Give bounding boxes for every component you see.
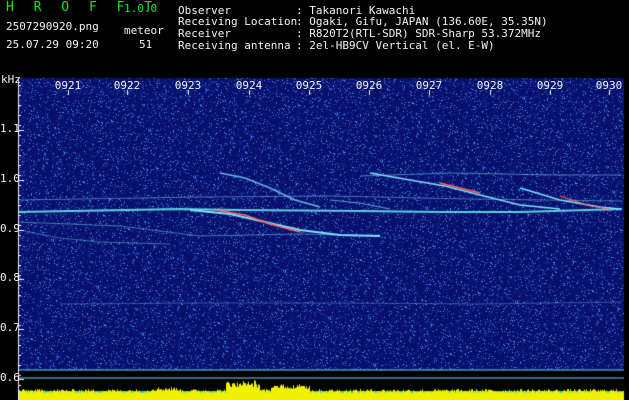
y-label-0-8: 0.8 — [0, 271, 20, 284]
time-label-0925: 0925 — [295, 79, 323, 92]
time-label-0930: 0930 — [595, 79, 623, 92]
spectrogram-plot — [0, 74, 629, 400]
time-label-0921: 0921 — [54, 79, 82, 92]
time-label-0923: 0923 — [174, 79, 202, 92]
antenna-value: : 2el-HB9CV Vertical (el. E-W) — [296, 39, 495, 52]
time-label-0926: 0926 — [355, 79, 383, 92]
y-label-1-1: 1.1 — [0, 122, 20, 135]
y-label-0-9: 0.9 — [0, 222, 20, 235]
time-label-0927: 0927 — [415, 79, 443, 92]
hrofft-window: H R O F F T 1.0.0 2507290920.png 25.07.2… — [0, 0, 629, 400]
date-time: 25.07.29 09:20 — [6, 38, 99, 51]
file-name: 2507290920.png — [6, 20, 99, 33]
time-label-0929: 0929 — [536, 79, 564, 92]
time-label-0924: 0924 — [235, 79, 263, 92]
antenna-label: Receiving antenna — [178, 39, 291, 52]
meteor-label: meteor — [124, 24, 164, 37]
app-version: 1.0.0 — [124, 2, 158, 15]
y-label-0-6: 0.6 — [0, 371, 20, 384]
y-label-0-7: 0.7 — [0, 321, 20, 334]
time-label-0922: 0922 — [113, 79, 141, 92]
meteor-count: 51 — [139, 38, 153, 51]
time-label-0928: 0928 — [476, 79, 504, 92]
y-unit-label: kHz — [1, 73, 21, 86]
y-label-1-0: 1.0 — [0, 172, 20, 185]
